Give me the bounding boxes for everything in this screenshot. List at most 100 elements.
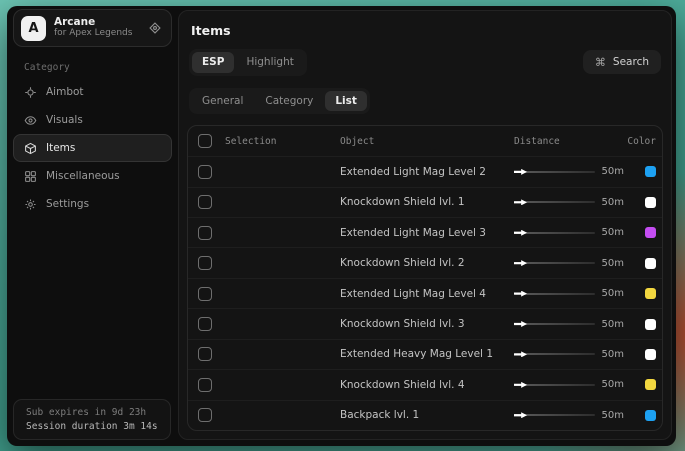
category-section-label: Category bbox=[24, 62, 178, 73]
distance-slider[interactable] bbox=[514, 197, 595, 207]
sidebar-item-visuals[interactable]: Visuals bbox=[13, 106, 172, 134]
logo-letter: A bbox=[28, 21, 38, 36]
color-swatch[interactable] bbox=[645, 349, 656, 360]
object-label: Extended Heavy Mag Level 1 bbox=[340, 348, 508, 360]
search-button-label: Search bbox=[613, 56, 649, 68]
distance-value: 50m bbox=[602, 319, 624, 330]
row-checkbox[interactable] bbox=[198, 408, 212, 422]
subtab-category[interactable]: Category bbox=[255, 91, 323, 112]
column-label-object: Object bbox=[340, 136, 374, 147]
sidebar-nav: Aimbot Visuals Items Miscellaneous Settings bbox=[7, 78, 178, 218]
table-row: Extended Light Mag Level 250m bbox=[188, 156, 662, 186]
sidebar-header-card: A Arcane for Apex Legends bbox=[13, 9, 172, 47]
cell-distance: 50m bbox=[508, 349, 624, 360]
slider-thumb[interactable] bbox=[514, 321, 527, 327]
sidebar-item-settings[interactable]: Settings bbox=[13, 190, 172, 218]
subtab-list[interactable]: List bbox=[325, 91, 367, 112]
color-swatch[interactable] bbox=[645, 379, 656, 390]
object-label: Knockdown Shield lvl. 1 bbox=[340, 196, 508, 208]
pin-icon[interactable] bbox=[148, 21, 162, 35]
cell-color bbox=[624, 379, 662, 390]
table-row: Extended Light Mag Level 450m bbox=[188, 278, 662, 308]
color-swatch[interactable] bbox=[645, 319, 656, 330]
row-checkbox[interactable] bbox=[198, 287, 212, 301]
color-swatch[interactable] bbox=[645, 410, 656, 421]
distance-slider[interactable] bbox=[514, 410, 595, 420]
distance-slider[interactable] bbox=[514, 380, 595, 390]
subtab-general[interactable]: General bbox=[192, 91, 253, 112]
table-row: Backpack lvl. 150m bbox=[188, 400, 662, 430]
game-backdrop: A Arcane for Apex Legends Category Aimbo… bbox=[0, 0, 685, 451]
sidebar: A Arcane for Apex Legends Category Aimbo… bbox=[7, 6, 178, 446]
distance-value: 50m bbox=[602, 258, 624, 269]
sidebar-item-label: Miscellaneous bbox=[46, 170, 120, 182]
cell-selection bbox=[188, 195, 340, 209]
grid-icon bbox=[24, 170, 37, 183]
distance-slider[interactable] bbox=[514, 319, 595, 329]
sidebar-item-miscellaneous[interactable]: Miscellaneous bbox=[13, 162, 172, 190]
cell-distance: 50m bbox=[508, 197, 624, 208]
toolbar: ESPHighlight ⌘ Search bbox=[189, 49, 661, 76]
distance-slider[interactable] bbox=[514, 349, 595, 359]
color-swatch[interactable] bbox=[645, 227, 656, 238]
slider-thumb[interactable] bbox=[514, 230, 527, 236]
sidebar-item-label: Visuals bbox=[46, 114, 83, 126]
sidebar-item-label: Aimbot bbox=[46, 86, 84, 98]
row-checkbox[interactable] bbox=[198, 165, 212, 179]
table-row: Knockdown Shield lvl. 250m bbox=[188, 247, 662, 277]
cell-selection bbox=[188, 256, 340, 270]
items-table: Selection Object Distance Color Extended… bbox=[187, 125, 663, 431]
distance-value: 50m bbox=[602, 227, 624, 238]
session-info-card: Sub expires in 9d 23h Session duration 3… bbox=[13, 399, 171, 440]
object-label: Extended Light Mag Level 4 bbox=[340, 288, 508, 300]
header-cell-object: Object bbox=[340, 136, 508, 147]
distance-value: 50m bbox=[602, 410, 624, 421]
slider-thumb[interactable] bbox=[514, 199, 527, 205]
slider-thumb[interactable] bbox=[514, 291, 527, 297]
cell-distance: 50m bbox=[508, 288, 624, 299]
view-tab-group: GeneralCategoryList bbox=[189, 88, 370, 115]
column-label-distance: Distance bbox=[514, 136, 560, 147]
sidebar-item-items[interactable]: Items bbox=[13, 134, 172, 162]
slider-thumb[interactable] bbox=[514, 351, 527, 357]
header-cell-distance: Distance bbox=[508, 136, 624, 147]
sidebar-item-aimbot[interactable]: Aimbot bbox=[13, 78, 172, 106]
sidebar-item-label: Settings bbox=[46, 198, 89, 210]
select-all-checkbox[interactable] bbox=[198, 134, 212, 148]
color-swatch[interactable] bbox=[645, 166, 656, 177]
app-titles: Arcane for Apex Legends bbox=[54, 17, 132, 39]
tab-highlight[interactable]: Highlight bbox=[236, 52, 303, 73]
color-swatch[interactable] bbox=[645, 258, 656, 269]
slider-thumb[interactable] bbox=[514, 169, 527, 175]
slider-thumb[interactable] bbox=[514, 382, 527, 388]
session-duration-text: Session duration 3m 14s bbox=[26, 421, 158, 432]
cell-color bbox=[624, 197, 662, 208]
table-row: Knockdown Shield lvl. 450m bbox=[188, 369, 662, 399]
cell-distance: 50m bbox=[508, 379, 624, 390]
package-icon bbox=[24, 142, 37, 155]
cell-color bbox=[624, 410, 662, 421]
tab-esp[interactable]: ESP bbox=[192, 52, 234, 73]
object-label: Knockdown Shield lvl. 4 bbox=[340, 379, 508, 391]
distance-slider[interactable] bbox=[514, 289, 595, 299]
sub-expiry-text: Sub expires in 9d 23h bbox=[26, 407, 158, 418]
row-checkbox[interactable] bbox=[198, 226, 212, 240]
slider-thumb[interactable] bbox=[514, 260, 527, 266]
header-cell-color: Color bbox=[624, 136, 662, 147]
row-checkbox[interactable] bbox=[198, 378, 212, 392]
row-checkbox[interactable] bbox=[198, 256, 212, 270]
row-checkbox[interactable] bbox=[198, 195, 212, 209]
color-swatch[interactable] bbox=[645, 197, 656, 208]
cell-selection bbox=[188, 287, 340, 301]
search-button[interactable]: ⌘ Search bbox=[583, 50, 661, 74]
distance-slider[interactable] bbox=[514, 228, 595, 238]
distance-slider[interactable] bbox=[514, 258, 595, 268]
row-checkbox[interactable] bbox=[198, 347, 212, 361]
slider-thumb[interactable] bbox=[514, 412, 527, 418]
distance-slider[interactable] bbox=[514, 167, 595, 177]
table-row: Extended Light Mag Level 350m bbox=[188, 217, 662, 247]
row-checkbox[interactable] bbox=[198, 317, 212, 331]
color-swatch[interactable] bbox=[645, 288, 656, 299]
cell-color bbox=[624, 319, 662, 330]
cell-distance: 50m bbox=[508, 410, 624, 421]
